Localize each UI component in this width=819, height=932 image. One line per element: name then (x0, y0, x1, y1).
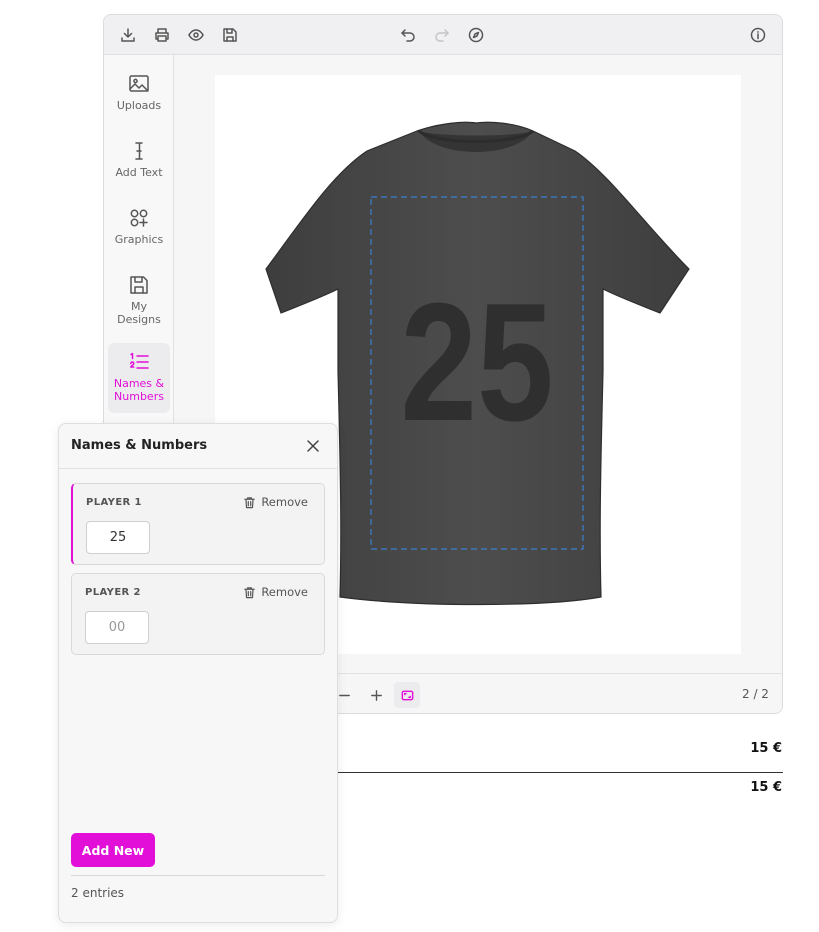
player-card-2: PLAYER 2 Remove (71, 573, 325, 655)
player-card-1: PLAYER 1 Remove (71, 483, 325, 565)
print-button[interactable] (152, 25, 172, 45)
close-panel-button[interactable] (305, 438, 321, 454)
price-divider (337, 772, 783, 773)
entries-count: 2 entries (71, 886, 125, 900)
plus-icon (370, 689, 382, 701)
minus-icon (338, 694, 350, 696)
sidebar-item-graphics[interactable]: Graphics (108, 199, 170, 259)
numbered-list-icon (130, 352, 149, 369)
sidebar-item-uploads[interactable]: Uploads (108, 65, 170, 125)
remove-label: Remove (261, 585, 308, 599)
sidebar-item-label: My Designs (117, 300, 161, 326)
printer-icon (155, 28, 169, 42)
panel-title: Names & Numbers (71, 438, 208, 453)
grid-icon (783, 688, 784, 703)
undo-button[interactable] (398, 25, 418, 45)
eye-icon (188, 29, 204, 41)
print-number-text[interactable]: 25 (400, 268, 553, 456)
panel-divider (71, 875, 325, 876)
trash-icon (244, 586, 256, 598)
download-icon (121, 28, 135, 42)
sidebar-item-label: Uploads (116, 99, 162, 112)
player-label: PLAYER 1 (86, 497, 142, 508)
shapes-icon (130, 209, 148, 227)
text-cursor-icon (135, 142, 143, 160)
sidebar-item-my-designs[interactable]: My Designs (108, 266, 170, 340)
image-icon (129, 75, 149, 92)
sidebar-item-add-text[interactable]: Add Text (108, 132, 170, 192)
remove-label: Remove (261, 495, 308, 509)
preview-button[interactable] (186, 25, 206, 45)
compass-icon (468, 27, 484, 43)
total-price: 15 € (750, 780, 782, 795)
player-2-number-input[interactable] (85, 611, 149, 644)
redo-button[interactable] (432, 25, 452, 45)
zoom-in-button[interactable] (366, 685, 386, 705)
names-numbers-panel: Names & Numbers PLAYER 1 Remove PLAYER 2… (58, 423, 338, 923)
download-button[interactable] (118, 25, 138, 45)
undo-icon (401, 29, 415, 42)
player-label: PLAYER 2 (85, 587, 141, 598)
trash-icon (244, 496, 256, 508)
sidebar-item-label: Names & Numbers (113, 377, 165, 403)
remove-player-1-button[interactable]: Remove (243, 495, 308, 509)
page-indicator: 2 / 2 (742, 687, 769, 701)
info-icon (750, 27, 766, 43)
save-icon (130, 276, 148, 294)
compass-button[interactable] (466, 25, 486, 45)
info-button[interactable] (748, 25, 768, 45)
panel-header: Names & Numbers (59, 424, 337, 469)
top-toolbar (104, 15, 782, 55)
fit-to-screen-button[interactable] (394, 682, 420, 708)
redo-icon (435, 29, 449, 42)
fit-screen-icon (401, 690, 413, 700)
sidebar-item-label: Add Text (115, 166, 163, 179)
player-1-number-input[interactable] (86, 521, 150, 554)
save-icon (223, 28, 237, 42)
add-new-button[interactable]: Add New (71, 833, 155, 867)
line-price: 15 € (750, 741, 782, 756)
grid-view-button[interactable] (780, 685, 784, 705)
save-button[interactable] (220, 25, 240, 45)
sidebar-item-label: Graphics (114, 233, 164, 246)
close-icon (307, 440, 319, 452)
sidebar-item-names-numbers[interactable]: Names & Numbers (108, 343, 170, 413)
remove-player-2-button[interactable]: Remove (243, 585, 308, 599)
